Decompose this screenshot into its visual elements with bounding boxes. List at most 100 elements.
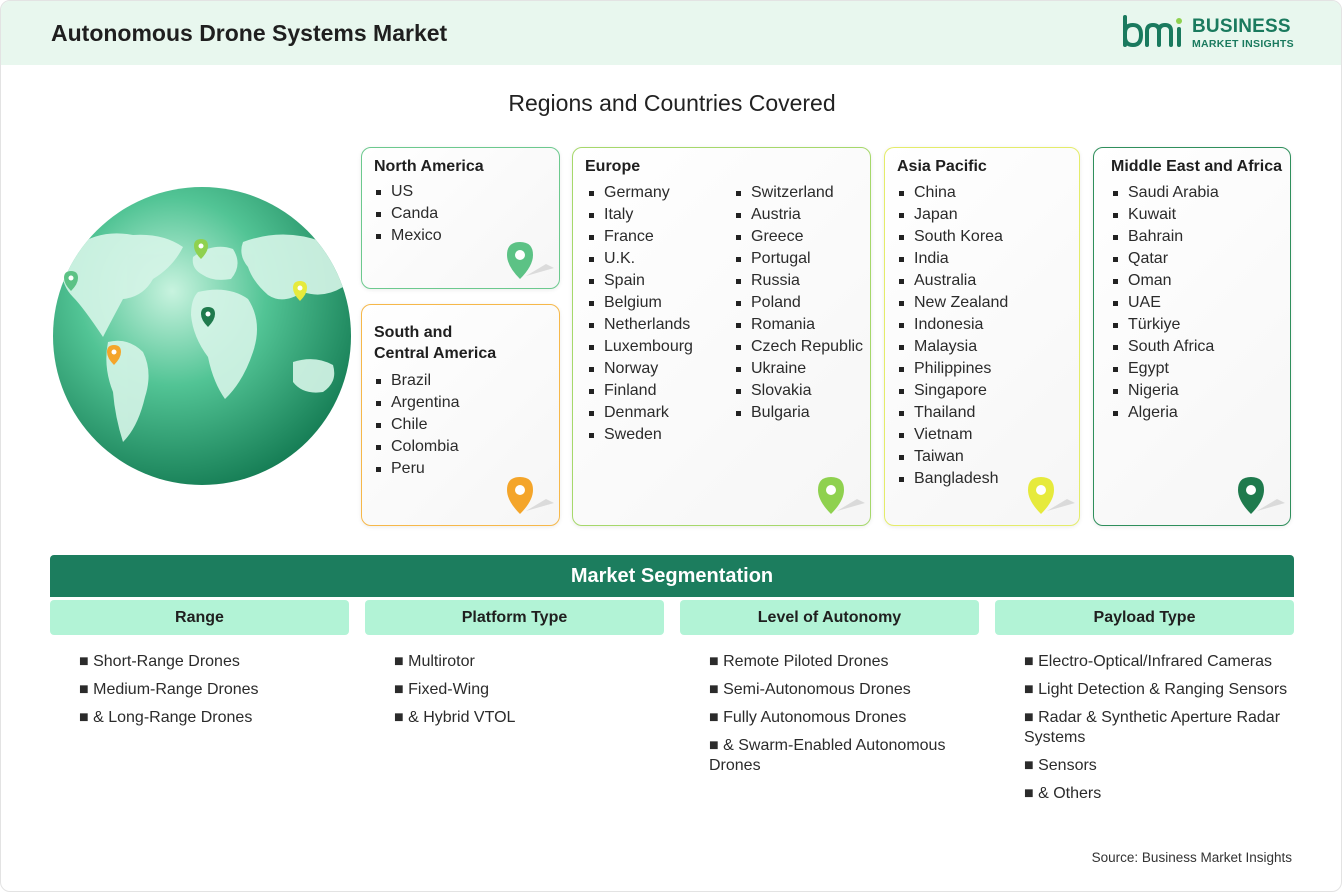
region-card-europe: Europe Germany Italy France U.K. Spain B… — [572, 147, 871, 526]
country-item: Bulgaria — [734, 402, 863, 424]
country-item: Colombia — [374, 436, 460, 458]
country-item: South Africa — [1111, 336, 1219, 358]
country-item: Luxembourg — [587, 336, 693, 358]
segment-list-range: ■ Short-Range Drones ■ Medium-Range Dron… — [79, 652, 341, 736]
country-list-col2: Switzerland Austria Greece Portugal Russ… — [734, 182, 863, 424]
country-item: Ukraine — [734, 358, 863, 380]
country-item: Denmark — [587, 402, 693, 424]
segment-item: ■ Light Detection & Ranging Sensors — [1024, 681, 1288, 698]
segment-item: ■ & Others — [1024, 785, 1102, 802]
country-item: Canda — [374, 203, 442, 225]
country-item: Netherlands — [587, 314, 693, 336]
country-item: Germany — [587, 182, 693, 204]
country-item: India — [897, 248, 1008, 270]
country-item: South Korea — [897, 226, 1008, 248]
page-title: Autonomous Drone Systems Market — [51, 20, 448, 46]
country-item: UAE — [1111, 292, 1219, 314]
segment-list-platform-type: ■ Multirotor ■ Fixed-Wing ■ & Hybrid VTO… — [394, 652, 656, 736]
region-card-asia-pacific: Asia Pacific China Japan South Korea Ind… — [884, 147, 1080, 526]
country-item: Spain — [587, 270, 693, 292]
region-title-line2: Central America — [374, 345, 497, 362]
country-item: Malaysia — [897, 336, 1008, 358]
country-item: Switzerland — [734, 182, 863, 204]
country-item: Bangladesh — [897, 468, 1008, 490]
segment-item: ■ Remote Piloted Drones — [709, 653, 889, 670]
segment-item: ■ Radar & Synthetic Aperture Radar Syste… — [1024, 709, 1281, 746]
country-item: Egypt — [1111, 358, 1219, 380]
country-item: Romania — [734, 314, 863, 336]
country-item: New Zealand — [897, 292, 1008, 314]
segment-heading-level-of-autonomy: Level of Autonomy — [680, 600, 979, 635]
country-item: U.K. — [587, 248, 693, 270]
segment-item: ■ Sensors — [1024, 757, 1097, 774]
country-item: Taiwan — [897, 446, 1008, 468]
country-item: China — [897, 182, 1008, 204]
country-item: Austria — [734, 204, 863, 226]
country-list: Brazil Argentina Chile Colombia Peru — [374, 370, 460, 480]
country-item: Russia — [734, 270, 863, 292]
globe-icon — [53, 187, 351, 485]
regions-title: Regions and Countries Covered — [508, 90, 836, 116]
country-item: Finland — [587, 380, 693, 402]
country-item: Bahrain — [1111, 226, 1219, 248]
segment-heading-payload-type: Payload Type — [995, 600, 1294, 635]
logo-text-market-insights: MARKET INSIGHTS — [1192, 38, 1294, 50]
country-item: Algeria — [1111, 402, 1219, 424]
region-title: Asia Pacific — [897, 158, 987, 175]
infographic-frame: Autonomous Drone Systems Market BUSINESS… — [0, 0, 1342, 892]
region-title: Middle East and Africa — [1111, 158, 1282, 175]
country-list-col1: Germany Italy France U.K. Spain Belgium … — [587, 182, 693, 446]
country-item: Nigeria — [1111, 380, 1219, 402]
country-item: Saudi Arabia — [1111, 182, 1219, 204]
segment-item: ■ Multirotor — [394, 653, 475, 670]
region-card-middle-east-africa: Middle East and Africa Saudi Arabia Kuwa… — [1093, 147, 1291, 526]
map-pin-icon — [1028, 477, 1075, 514]
map-pin-icon — [1238, 477, 1285, 514]
segmentation-title-bar: Market Segmentation — [50, 555, 1294, 597]
country-item: Argentina — [374, 392, 460, 414]
country-item: Peru — [374, 458, 460, 480]
country-item: Türkiye — [1111, 314, 1219, 336]
country-item: Norway — [587, 358, 693, 380]
country-item: Thailand — [897, 402, 1008, 424]
country-item: Chile — [374, 414, 460, 436]
map-pin-icon — [818, 477, 865, 514]
country-item: Portugal — [734, 248, 863, 270]
segment-item: ■ Electro-Optical/Infrared Cameras — [1024, 653, 1272, 670]
country-item: Qatar — [1111, 248, 1219, 270]
segment-item: ■ Fixed-Wing — [394, 681, 490, 698]
header-bar: Autonomous Drone Systems Market BUSINESS… — [1, 1, 1341, 65]
region-title: North America — [374, 158, 484, 175]
segment-item: ■ & Hybrid VTOL — [394, 709, 516, 726]
region-title: Europe — [585, 158, 641, 175]
region-title: South and Central America — [374, 322, 496, 364]
country-item: Slovakia — [734, 380, 863, 402]
country-item: Poland — [734, 292, 863, 314]
country-item: Oman — [1111, 270, 1219, 292]
country-item: Indonesia — [897, 314, 1008, 336]
country-item: Greece — [734, 226, 863, 248]
country-item: Italy — [587, 204, 693, 226]
logo-text-business: BUSINESS — [1192, 16, 1291, 37]
map-pin-icon — [507, 477, 554, 514]
region-card-north-america: North America US Canda Mexico — [361, 147, 560, 289]
company-logo: BUSINESS MARKET INSIGHTS — [1121, 15, 1301, 53]
region-card-south-central-america: South and Central America Brazil Argenti… — [361, 304, 560, 526]
map-pin-icon — [507, 242, 554, 279]
country-item: Vietnam — [897, 424, 1008, 446]
country-list: Saudi Arabia Kuwait Bahrain Qatar Oman U… — [1111, 182, 1219, 424]
country-item: US — [374, 181, 442, 203]
segment-item: ■ & Swarm-Enabled Autonomous Drones — [709, 737, 946, 774]
segment-heading-range: Range — [50, 600, 349, 635]
segment-list-payload-type: ■ Electro-Optical/Infrared Cameras ■ Lig… — [1024, 652, 1292, 812]
country-list: US Canda Mexico — [374, 181, 442, 247]
country-item: Philippines — [897, 358, 1008, 380]
country-item: Sweden — [587, 424, 693, 446]
segment-heading-platform-type: Platform Type — [365, 600, 664, 635]
country-item: Belgium — [587, 292, 693, 314]
country-item: Australia — [897, 270, 1008, 292]
segment-item: ■ Short-Range Drones — [79, 653, 240, 670]
segment-list-level-of-autonomy: ■ Remote Piloted Drones ■ Semi-Autonomou… — [709, 652, 974, 784]
country-item: Singapore — [897, 380, 1008, 402]
country-list: China Japan South Korea India Australia … — [897, 182, 1008, 490]
